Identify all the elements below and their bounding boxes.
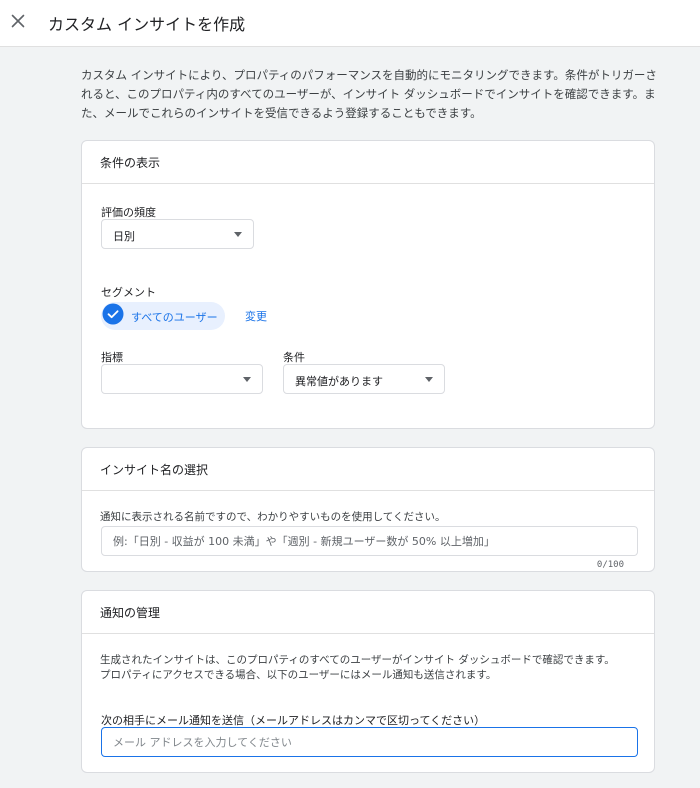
conditions-card: 条件の表示 評価の頻度 日別 セグメント すべてのユーザー 変更 指標 条件 異… — [81, 140, 655, 429]
insight-name-card: インサイト名の選択 通知に表示される名前ですので、わかりやすいものを使用してくだ… — [81, 447, 655, 572]
conditions-card-title: 条件の表示 — [100, 156, 161, 170]
email-input[interactable] — [101, 727, 638, 757]
insight-name-counter: 0/100 — [596, 560, 624, 570]
insight-name-card-header: インサイト名の選択 — [82, 448, 654, 491]
notifications-card-header: 通知の管理 — [82, 591, 654, 634]
condition-label: 条件 — [283, 351, 305, 364]
chevron-down-icon — [425, 377, 433, 382]
intro-text: カスタム インサイトにより、プロパティのパフォーマンスを自動的にモニタリングでき… — [81, 68, 657, 120]
condition-select[interactable]: 異常値があります — [283, 364, 445, 394]
notifications-card: 通知の管理 生成されたインサイトは、このプロパティのすべてのユーザーがインサイト… — [81, 590, 655, 773]
notifications-card-title: 通知の管理 — [100, 606, 161, 620]
check-circle-icon — [102, 303, 124, 325]
frequency-select[interactable]: 日別 — [101, 219, 254, 249]
frequency-label: 評価の頻度 — [101, 206, 156, 219]
conditions-card-header: 条件の表示 — [82, 141, 654, 184]
segment-label: セグメント — [101, 286, 156, 299]
close-icon[interactable] — [6, 9, 30, 33]
chevron-down-icon — [234, 232, 242, 237]
segment-change-link[interactable]: 変更 — [245, 308, 267, 324]
email-label: 次の相手にメール通知を送信（メールアドレスはカンマで区切ってください） — [101, 714, 486, 727]
metric-label: 指標 — [101, 351, 123, 364]
frequency-select-value: 日別 — [113, 230, 135, 243]
chevron-down-icon — [243, 377, 251, 382]
segment-chip-label: すべてのユーザー — [131, 311, 218, 324]
insight-name-description: 通知に表示される名前ですので、わかりやすいものを使用してください。 — [100, 511, 446, 523]
notifications-description-line2: プロパティにアクセスできる場合、以下のユーザーにはメール通知も送信されます。 — [100, 669, 497, 681]
condition-select-value: 異常値があります — [295, 375, 383, 388]
header-bar: カスタム インサイトを作成 — [0, 0, 700, 47]
insight-name-input[interactable] — [101, 526, 638, 556]
segment-chip[interactable]: すべてのユーザー — [101, 302, 225, 330]
insight-name-card-title: インサイト名の選択 — [100, 463, 209, 477]
page-title: カスタム インサイトを作成 — [48, 15, 246, 34]
notifications-description-line1: 生成されたインサイトは、このプロパティのすべてのユーザーがインサイト ダッシュボ… — [100, 654, 615, 666]
metric-select[interactable] — [101, 364, 263, 394]
